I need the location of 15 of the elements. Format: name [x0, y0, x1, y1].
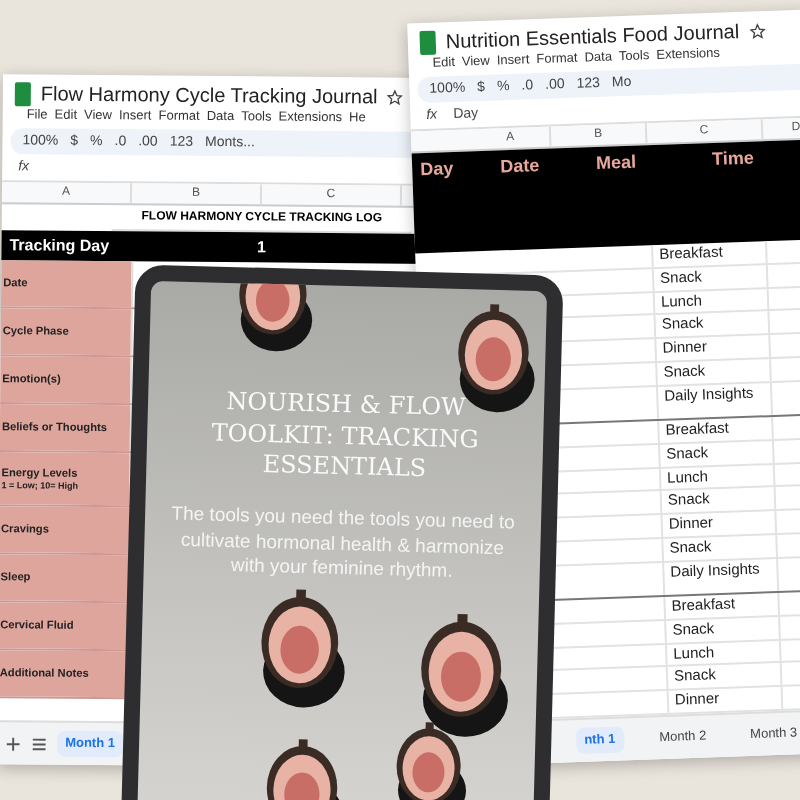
star-icon[interactable]	[748, 23, 766, 40]
table-cell-text: Date	[497, 153, 542, 177]
table-cell-text: Meal	[593, 149, 639, 174]
table-cell-text: Day	[417, 156, 456, 180]
cover-title: NOURISH & FLOW TOOLKIT: TRACKING ESSENTIALS	[209, 384, 482, 487]
star-icon[interactable]	[387, 89, 404, 106]
document-title: Flow Harmony Cycle Tracking Journal	[40, 83, 378, 109]
table-cell-text: Time	[709, 145, 757, 170]
add-sheet-icon[interactable]	[5, 735, 22, 752]
table-cell-text: Tracking Day	[7, 236, 112, 256]
table-cell-text: 1	[254, 237, 269, 258]
sheets-logo-icon	[14, 82, 31, 107]
cover-subtitle: The tools you need the tools you need to cultivate hormonal health & harmonize with your feminine rhythm.	[169, 501, 517, 588]
sheets-logo-icon	[419, 30, 437, 56]
menu-icon[interactable]	[31, 735, 48, 752]
